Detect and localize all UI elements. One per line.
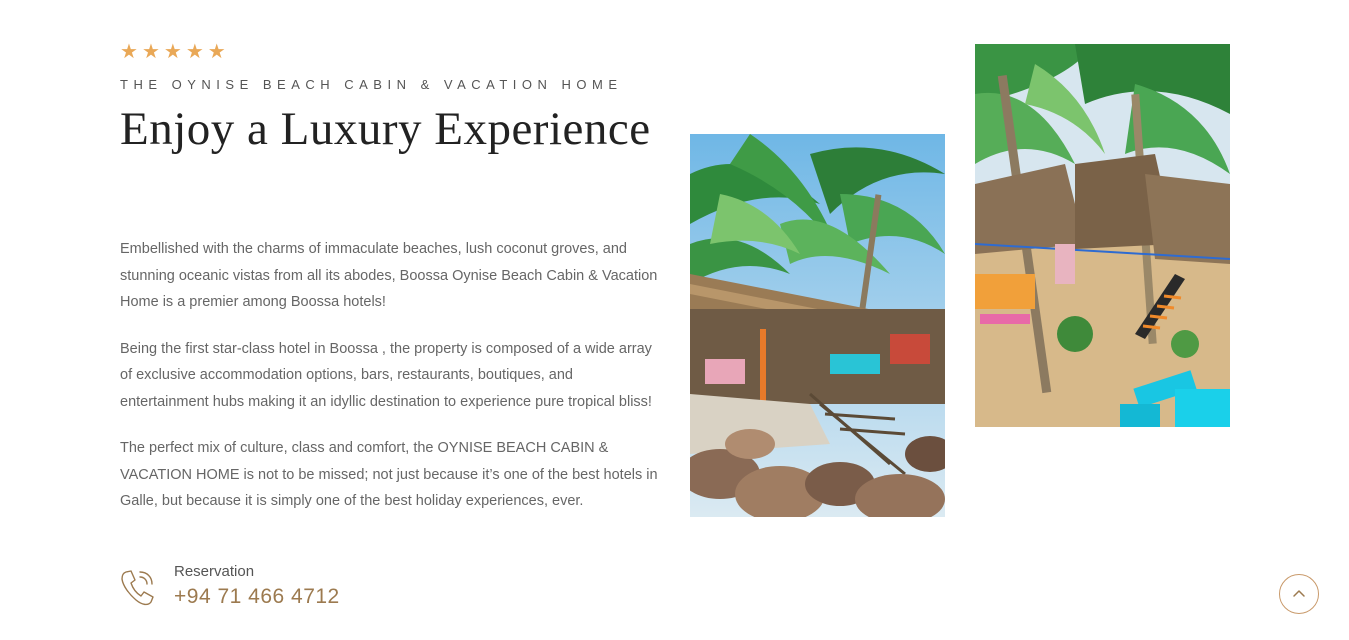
beach-cabins-garden-photo — [975, 44, 1230, 427]
star-icon: ★ — [120, 39, 138, 63]
star-rating: ★ ★ ★ ★ ★ — [120, 40, 226, 62]
star-icon: ★ — [163, 39, 182, 63]
phone-icon — [121, 570, 154, 606]
star-icon: ★ — [207, 39, 226, 63]
star-icon: ★ — [185, 39, 204, 63]
scroll-to-top-button[interactable] — [1279, 574, 1319, 614]
intro-paragraph: Being the first star-class hotel in Boos… — [120, 340, 652, 410]
reservation-label: Reservation — [174, 563, 255, 580]
star-icon: ★ — [141, 39, 160, 63]
reservation-phone-link[interactable]: +94 71 466 4712 — [174, 582, 340, 612]
intro-paragraph: Embellished with the charms of immaculat… — [120, 241, 658, 310]
beach-cabin-deck-photo — [690, 134, 945, 517]
reservation-block: Reservation +94 71 466 4712 — [118, 562, 340, 612]
intro-text: Embellished with the charms of immaculat… — [120, 236, 660, 535]
intro-paragraph: The perfect mix of culture, class and co… — [120, 440, 658, 509]
section-title: Enjoy a Luxury Experience — [120, 103, 651, 155]
section-subtitle: THE OYNISE BEACH CABIN & VACATION HOME — [120, 77, 623, 92]
chevron-up-icon — [1293, 590, 1305, 597]
